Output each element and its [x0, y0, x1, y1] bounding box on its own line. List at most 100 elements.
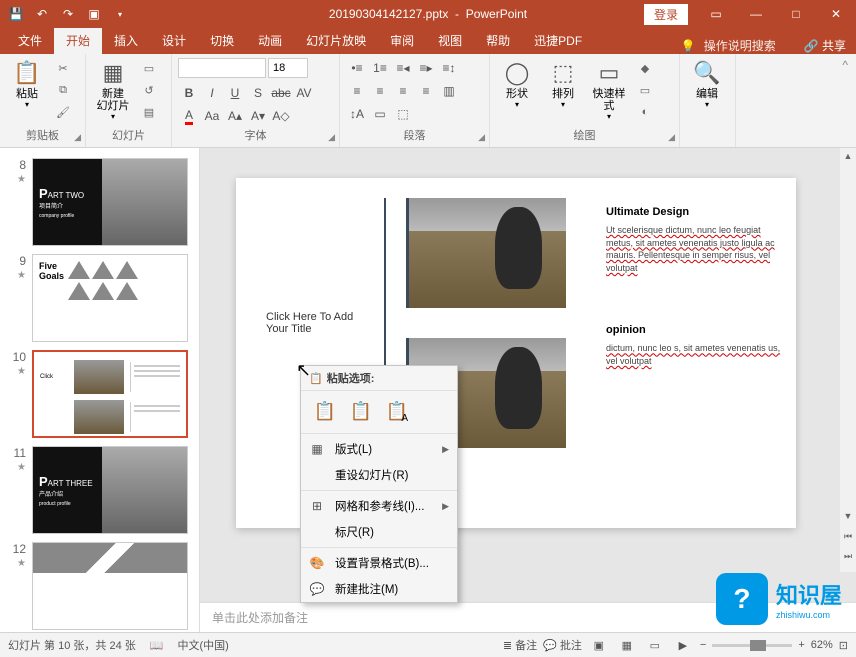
normal-view-icon[interactable]: ▣	[588, 636, 610, 654]
spellcheck-icon[interactable]: 📖	[150, 639, 164, 652]
menu-format-background[interactable]: 🎨设置背景格式(B)...	[301, 550, 457, 576]
thumbnail-12[interactable]: 12★	[0, 538, 199, 632]
next-slide-icon[interactable]: ⏭	[840, 548, 856, 564]
qat-customize-icon[interactable]: ▾	[108, 3, 132, 25]
menu-new-comment[interactable]: 💬新建批注(M)	[301, 576, 457, 602]
align-text-button[interactable]: ▭	[369, 104, 391, 124]
clipboard-launcher-icon[interactable]: ◢	[74, 132, 81, 143]
tab-review[interactable]: 审阅	[378, 28, 426, 54]
indent-left-button[interactable]: ≡◂	[392, 58, 414, 78]
scroll-up-icon[interactable]: ▲	[840, 148, 856, 164]
share-button[interactable]: 🔗 共享	[804, 37, 846, 54]
tab-view[interactable]: 视图	[426, 28, 474, 54]
align-left-button[interactable]: ≡	[346, 81, 368, 101]
line-spacing-button[interactable]: ≡↕	[438, 58, 460, 78]
zoom-level[interactable]: 62%	[811, 639, 833, 651]
paragraph-launcher-icon[interactable]: ◢	[478, 132, 485, 143]
shrink-font-button[interactable]: A▾	[247, 106, 269, 126]
paste-button[interactable]: 📋 粘贴 ▾	[6, 58, 48, 111]
zoom-out-icon[interactable]: −	[700, 639, 706, 651]
start-from-beginning-icon[interactable]: ▣	[82, 3, 106, 25]
reading-view-icon[interactable]: ▭	[644, 636, 666, 654]
save-icon[interactable]: 💾	[4, 3, 28, 25]
prev-slide-icon[interactable]: ⏮	[840, 528, 856, 544]
quick-styles-button[interactable]: ▭快速样式▾	[588, 58, 630, 123]
shape-outline-button[interactable]: ▭	[634, 80, 656, 100]
thumbnail-9[interactable]: 9★ Five Goals	[0, 250, 199, 346]
tab-design[interactable]: 设计	[150, 28, 198, 54]
shape-effects-button[interactable]: ◐	[634, 102, 656, 122]
menu-grid-guides[interactable]: ⊞网格和参考线(I)...▶	[301, 493, 457, 519]
italic-button[interactable]: I	[201, 83, 223, 103]
scroll-down-icon[interactable]: ▼	[840, 508, 856, 524]
thumbnail-8[interactable]: 8★ PART TWO项目简介company profile	[0, 154, 199, 250]
underline-button[interactable]: U	[224, 83, 246, 103]
sorter-view-icon[interactable]: ▦	[616, 636, 638, 654]
reset-icon[interactable]: ↺	[138, 80, 160, 100]
menu-layout[interactable]: ▦版式(L)▶	[301, 436, 457, 462]
slide-heading-1[interactable]: Ultimate Design	[606, 206, 786, 218]
notes-toggle[interactable]: ≣ 备注	[503, 637, 537, 653]
numbering-button[interactable]: 1≡	[369, 58, 391, 78]
language-status[interactable]: 中文(中国)	[177, 637, 228, 653]
zoom-slider[interactable]	[712, 644, 792, 647]
cut-icon[interactable]: ✂	[52, 58, 74, 78]
menu-reset-slide[interactable]: 重设幻灯片(R)	[301, 462, 457, 488]
tab-file[interactable]: 文件	[6, 28, 54, 54]
align-center-button[interactable]: ≡	[369, 81, 391, 101]
tab-animations[interactable]: 动画	[246, 28, 294, 54]
zoom-in-icon[interactable]: +	[798, 639, 804, 651]
new-slide-button[interactable]: ▦ 新建 幻灯片 ▾	[92, 58, 134, 123]
font-name-input[interactable]	[178, 58, 266, 78]
slideshow-view-icon[interactable]: ▶	[672, 636, 694, 654]
maximize-icon[interactable]: □	[776, 0, 816, 28]
strikethrough-button[interactable]: abc	[270, 83, 292, 103]
tab-insert[interactable]: 插入	[102, 28, 150, 54]
smartart-button[interactable]: ⬚	[392, 104, 414, 124]
slide-heading-2[interactable]: opinion	[606, 324, 786, 336]
vertical-scrollbar[interactable]: ▲ ▼ ⏮ ⏭	[840, 148, 856, 572]
bullets-button[interactable]: •≡	[346, 58, 368, 78]
grow-font-button[interactable]: A▴	[224, 106, 246, 126]
tab-help[interactable]: 帮助	[474, 28, 522, 54]
tellme-input[interactable]: 操作说明搜索	[704, 37, 776, 54]
slide-count[interactable]: 幻灯片 第 10 张，共 24 张	[8, 637, 136, 653]
layout-icon[interactable]: ▭	[138, 58, 160, 78]
tab-xunjie-pdf[interactable]: 迅捷PDF	[522, 28, 594, 54]
slide-paragraph-1[interactable]: Ut scelerisque dictum, nunc leo feugiat …	[606, 224, 786, 274]
clear-format-button[interactable]: A◇	[270, 106, 292, 126]
tab-transitions[interactable]: 切换	[198, 28, 246, 54]
justify-button[interactable]: ≡	[415, 81, 437, 101]
ribbon-options-icon[interactable]: ▭	[696, 0, 736, 28]
section-icon[interactable]: ▤	[138, 102, 160, 122]
shadow-button[interactable]: S	[247, 83, 269, 103]
close-icon[interactable]: ✕	[816, 0, 856, 28]
paste-keep-source-format-icon[interactable]: 📋	[347, 397, 375, 425]
font-size-input[interactable]	[268, 58, 308, 78]
columns-button[interactable]: ▥	[438, 81, 460, 101]
slide-image-1[interactable]	[406, 198, 566, 308]
thumbnail-10[interactable]: 10★ Click	[0, 346, 199, 442]
editing-button[interactable]: 🔍编辑▾	[686, 58, 728, 111]
arrange-button[interactable]: ⬚排列▾	[542, 58, 584, 111]
bold-button[interactable]: B	[178, 83, 200, 103]
shape-fill-button[interactable]: ◆	[634, 58, 656, 78]
copy-icon[interactable]: ⧉	[52, 80, 74, 100]
tab-home[interactable]: 开始	[54, 28, 102, 54]
indent-right-button[interactable]: ≡▸	[415, 58, 437, 78]
drawing-launcher-icon[interactable]: ◢	[668, 132, 675, 143]
collapse-ribbon-icon[interactable]: ^	[834, 54, 856, 147]
undo-icon[interactable]: ↶	[30, 3, 54, 25]
paste-text-only-icon[interactable]: 📋A	[383, 397, 411, 425]
tellme-lightbulb-icon[interactable]: 💡	[681, 39, 696, 53]
menu-ruler[interactable]: 标尺(R)	[301, 519, 457, 545]
change-case-button[interactable]: Aa	[201, 106, 223, 126]
comments-toggle[interactable]: 💬 批注	[543, 637, 582, 653]
text-direction-button[interactable]: ↕A	[346, 104, 368, 124]
char-spacing-button[interactable]: AV	[293, 83, 315, 103]
tab-slideshow[interactable]: 幻灯片放映	[294, 28, 378, 54]
thumbnail-11[interactable]: 11★ PART THREE产品介绍product profile	[0, 442, 199, 538]
shapes-button[interactable]: ◯形状▾	[496, 58, 538, 111]
paste-use-destination-theme-icon[interactable]: 📋	[311, 397, 339, 425]
fit-to-window-icon[interactable]: ⊡	[839, 639, 848, 652]
